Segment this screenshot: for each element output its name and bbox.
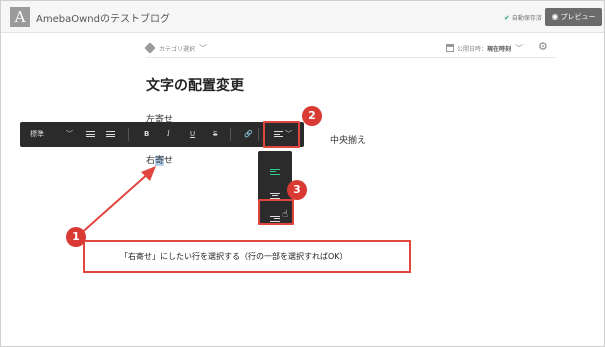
align-left-icon	[270, 167, 280, 176]
step-badge-1: 1	[66, 227, 86, 247]
paragraph-style-select[interactable]: 標準	[30, 122, 44, 147]
bold-button[interactable]: B	[144, 122, 149, 147]
toolbar-divider	[258, 128, 259, 141]
eye-icon: ◉	[551, 12, 559, 21]
numbered-list-icon	[106, 130, 115, 139]
align-left-option[interactable]	[260, 154, 290, 176]
highlight-align-button	[263, 121, 300, 148]
autosave-status: ✔ 自動保存済	[504, 13, 542, 22]
check-icon: ✔	[504, 14, 510, 22]
chevron-down-icon: ﹀	[199, 44, 208, 53]
article-title[interactable]: 文字の配置変更	[146, 75, 244, 95]
category-label: カテゴリ選択	[159, 46, 196, 53]
underline-button[interactable]: U	[190, 122, 195, 147]
italic-button[interactable]: I	[167, 122, 170, 147]
publish-date-select[interactable]: 公開日時：現在時刻 ﹀	[446, 43, 523, 54]
publish-value: 現在時刻	[487, 46, 512, 53]
link-icon[interactable]: 🔗	[244, 122, 253, 147]
chevron-down-icon: ﹀	[515, 44, 524, 53]
chevron-down-icon[interactable]: ﹀	[66, 122, 73, 147]
step-badge-3: 3	[287, 180, 307, 200]
step-badge-2: 2	[302, 106, 322, 126]
instruction-callout: 「右寄せ」にしたい行を選択する（行の一部を選択すればOK）	[83, 240, 411, 273]
post-meta-bar: カテゴリ選択 ﹀ 公開日時：現在時刻 ﹀ ⚙	[144, 40, 556, 58]
bullet-list-icon	[86, 130, 95, 139]
selected-text[interactable]: 寄	[155, 156, 165, 166]
bullet-list-button[interactable]	[86, 122, 95, 147]
calendar-icon	[446, 44, 454, 52]
preview-button[interactable]: ◉ プレビュー	[545, 8, 602, 26]
numbered-list-button[interactable]	[106, 122, 115, 147]
align-center-option[interactable]	[260, 178, 290, 200]
publish-label: 公開日時：	[457, 46, 488, 53]
autosave-label: 自動保存済	[511, 15, 542, 22]
editor-header: A AmebaOwndのテストブログ ✔ 自動保存済 ◉ プレビュー	[1, 1, 604, 33]
toolbar-divider	[128, 128, 129, 141]
category-select[interactable]: カテゴリ選択 ﹀	[144, 42, 208, 54]
highlight-align-right-option	[258, 199, 294, 225]
format-toolbar: 標準 ﹀ B I U S 🔗 ﹀	[20, 122, 304, 147]
preview-label: プレビュー	[560, 13, 596, 21]
strikethrough-button[interactable]: S	[213, 122, 217, 147]
site-logo[interactable]: A	[10, 7, 30, 27]
gear-icon[interactable]: ⚙	[538, 40, 548, 53]
paragraph-right[interactable]: 右寄せ	[146, 153, 173, 166]
site-title[interactable]: AmebaOwndのテストブログ	[36, 10, 170, 25]
text-after-selection: せ	[164, 156, 174, 166]
tag-icon	[144, 42, 156, 54]
text-before-selection: 右	[146, 156, 156, 166]
paragraph-center[interactable]: 中央揃え	[330, 133, 366, 146]
toolbar-divider	[230, 128, 231, 141]
